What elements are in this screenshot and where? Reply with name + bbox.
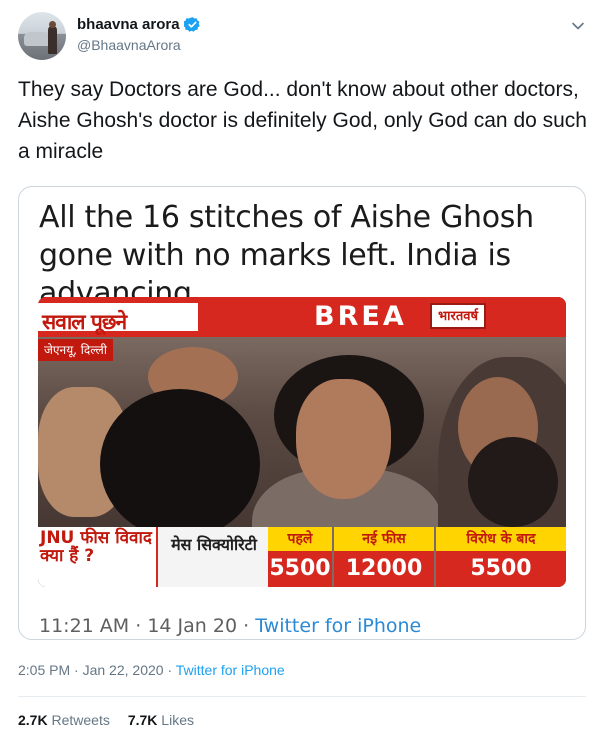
tweet-stats: 2.7K Retweets 7.7K Likes: [18, 712, 194, 728]
quoted-source-link[interactable]: Twitter for iPhone: [255, 615, 421, 637]
scene-hair-left: [100, 389, 260, 539]
ticker-column-header: विरोध के बाद: [436, 527, 566, 551]
author-name-row: bhaavna arora: [77, 16, 201, 33]
broadcast-location: जेएनयू, दिल्ली: [38, 339, 113, 361]
quoted-meta: 11:21 AM · 14 Jan 20 · Twitter for iPhon…: [39, 615, 421, 637]
broadcast-ticker: JNU फीस विवाद क्या हैं ? मेस सिक्योरिटी …: [38, 527, 566, 587]
retweets-stat[interactable]: 2.7K Retweets: [18, 712, 110, 728]
broadcast-top-label-box: सवाल पूछने: [38, 303, 198, 334]
likes-stat[interactable]: 7.7K Likes: [128, 712, 194, 728]
channel-logo: भारतवर्ष: [430, 303, 486, 329]
ticker-question: JNU फीस विवाद क्या हैं ?: [40, 528, 152, 566]
ticker-column-value: 5500: [470, 556, 532, 581]
tweet-time[interactable]: 2:05 PM: [18, 662, 70, 678]
tweet-source-link[interactable]: Twitter for iPhone: [176, 662, 285, 678]
ticker-column-3: विरोध के बाद 5500: [436, 527, 566, 587]
scene-face-center: [296, 379, 391, 499]
tweet-meta: 2:05 PM · Jan 22, 2020 · Twitter for iPh…: [18, 662, 285, 678]
scene-beard-right: [468, 437, 558, 527]
ticker-item-box: मेस सिक्योरिटी: [156, 527, 268, 587]
broadcast-breaking-text: BREA: [314, 301, 407, 332]
ticker-column-value: 12000: [345, 556, 423, 581]
chevron-down-icon[interactable]: [570, 18, 586, 34]
quoted-time: 11:21 AM: [39, 615, 130, 637]
meta-separator: ·: [135, 615, 148, 637]
meta-separator: ·: [243, 615, 256, 637]
avatar-head: [49, 21, 56, 28]
meta-separator: ·: [167, 662, 176, 678]
ticker-column-2: नई फीस 12000: [334, 527, 434, 587]
ticker-column-1: पहले 5500: [268, 527, 332, 587]
likes-count: 7.7K: [127, 712, 158, 728]
quoted-date: 14 Jan 20: [147, 615, 238, 637]
ticker-item: मेस सिक्योरिटी: [171, 535, 257, 554]
tweet-date[interactable]: Jan 22, 2020: [83, 662, 164, 678]
retweets-label: Retweets: [51, 712, 110, 728]
verified-badge-icon: [183, 17, 200, 32]
ticker-column-header: पहले: [268, 527, 332, 551]
divider: [18, 696, 586, 697]
quoted-tweet-card[interactable]: All the 16 stitches of Aishe Ghosh gone …: [18, 186, 586, 640]
tweet-text: They say Doctors are God... don't know a…: [18, 78, 587, 163]
avatar-person: [48, 26, 57, 54]
meta-separator: ·: [74, 662, 83, 678]
ticker-column-value: 5500: [269, 556, 331, 581]
likes-label: Likes: [161, 712, 194, 728]
retweets-count: 2.7K: [18, 712, 48, 728]
quoted-headline: All the 16 stitches of Aishe Ghosh gone …: [39, 200, 534, 311]
ticker-column-header: नई फीस: [334, 527, 434, 551]
ticker-question-box: JNU फीस विवाद क्या हैं ?: [38, 527, 156, 587]
author-display-name[interactable]: bhaavna arora: [77, 16, 180, 33]
avatar[interactable]: [18, 12, 66, 60]
author-handle[interactable]: @BhaavnaArora: [77, 37, 181, 53]
tweet: bhaavna arora @BhaavnaArora They say Doc…: [0, 0, 603, 744]
quoted-media-image[interactable]: सवाल पूछने BREA भारतवर्ष जेएनयू, दिल्ली …: [38, 297, 566, 587]
broadcast-top-label: सवाल पूछने: [42, 310, 127, 334]
